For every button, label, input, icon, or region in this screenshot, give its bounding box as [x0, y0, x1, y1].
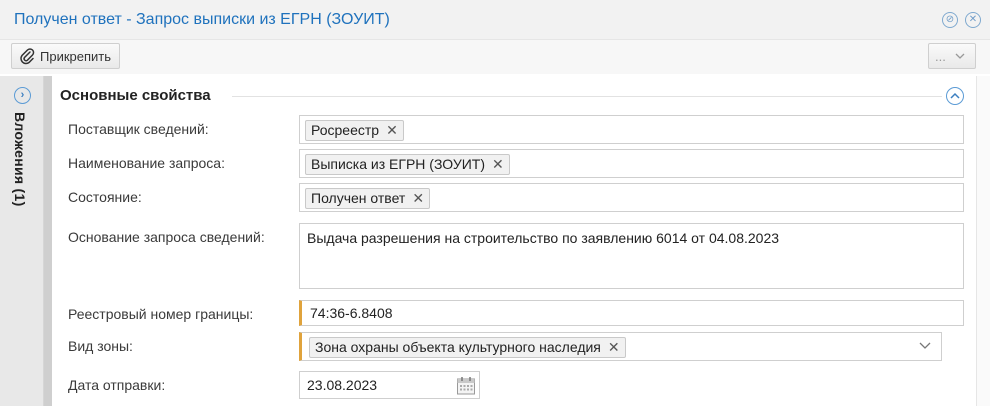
state-tag: Получен ответ ✕ — [305, 188, 431, 209]
supplier-label: Поставщик сведений: — [68, 121, 209, 137]
attach-button[interactable]: Прикрепить — [11, 43, 120, 69]
more-actions-label: ... — [935, 48, 946, 64]
basis-textarea[interactable]: Выдача разрешения на строительство по за… — [299, 223, 964, 289]
attachments-side-panel[interactable]: › Вложения (1) — [0, 76, 44, 406]
minimize-icon[interactable]: ⊘ — [942, 12, 958, 28]
remove-tag-icon[interactable]: ✕ — [608, 338, 620, 357]
supplier-field[interactable]: Росреестр ✕ — [299, 115, 964, 144]
registry-number-input[interactable]: 74:36-6.8408 — [299, 300, 964, 326]
scrollbar[interactable] — [976, 76, 990, 406]
zone-type-select[interactable]: Зона охраны объекта культурного наследия… — [299, 332, 942, 361]
calendar-icon[interactable] — [456, 376, 476, 396]
request-name-tag: Выписка из ЕГРН (ЗОУИТ) ✕ — [305, 154, 510, 175]
remove-tag-icon[interactable]: ✕ — [386, 121, 398, 140]
request-name-tag-text: Выписка из ЕГРН (ЗОУИТ) — [311, 156, 486, 172]
supplier-tag-text: Росреестр — [311, 122, 380, 138]
remove-tag-icon[interactable]: ✕ — [492, 155, 504, 174]
registry-number-value: 74:36-6.8408 — [310, 305, 393, 321]
section-header: Основные свойства — [60, 86, 970, 108]
state-label: Состояние: — [68, 189, 142, 205]
send-date-input[interactable]: 23.08.2023 — [299, 371, 480, 399]
section-title: Основные свойства — [60, 87, 211, 104]
request-name-label: Наименование запроса: — [68, 155, 225, 171]
registry-number-label: Реестровый номер границы: — [68, 306, 254, 322]
chevron-down-icon — [955, 53, 965, 59]
expand-panel-icon[interactable]: › — [14, 87, 31, 104]
send-date-value: 23.08.2023 — [307, 377, 378, 393]
basis-label: Основание запроса сведений: — [68, 229, 265, 245]
remove-tag-icon[interactable]: ✕ — [412, 189, 424, 208]
more-actions-button[interactable]: ... — [928, 43, 976, 69]
attachments-tab-label[interactable]: Вложения (1) — [12, 112, 28, 207]
toolbar: Прикрепить ... — [0, 40, 990, 74]
supplier-tag: Росреестр ✕ — [305, 120, 404, 141]
title-bar: Получен ответ - Запрос выписки из ЕГРН (… — [0, 0, 990, 40]
paperclip-icon — [20, 48, 35, 65]
close-icon[interactable]: ✕ — [965, 12, 981, 28]
section-divider — [232, 96, 942, 97]
zone-type-tag-text: Зона охраны объекта культурного наследия — [315, 339, 601, 355]
panel-splitter[interactable] — [44, 76, 52, 406]
zone-type-label: Вид зоны: — [68, 338, 133, 354]
zone-type-tag: Зона охраны объекта культурного наследия… — [309, 337, 626, 358]
state-tag-text: Получен ответ — [311, 190, 406, 206]
attach-button-label: Прикрепить — [40, 48, 112, 64]
collapse-section-icon[interactable] — [946, 87, 964, 105]
request-name-field[interactable]: Выписка из ЕГРН (ЗОУИТ) ✕ — [299, 149, 964, 178]
window-title: Получен ответ - Запрос выписки из ЕГРН (… — [14, 11, 390, 28]
send-date-label: Дата отправки: — [68, 377, 166, 393]
dialog-window: Получен ответ - Запрос выписки из ЕГРН (… — [0, 0, 990, 406]
state-field[interactable]: Получен ответ ✕ — [299, 183, 964, 212]
chevron-down-icon[interactable] — [919, 342, 931, 349]
